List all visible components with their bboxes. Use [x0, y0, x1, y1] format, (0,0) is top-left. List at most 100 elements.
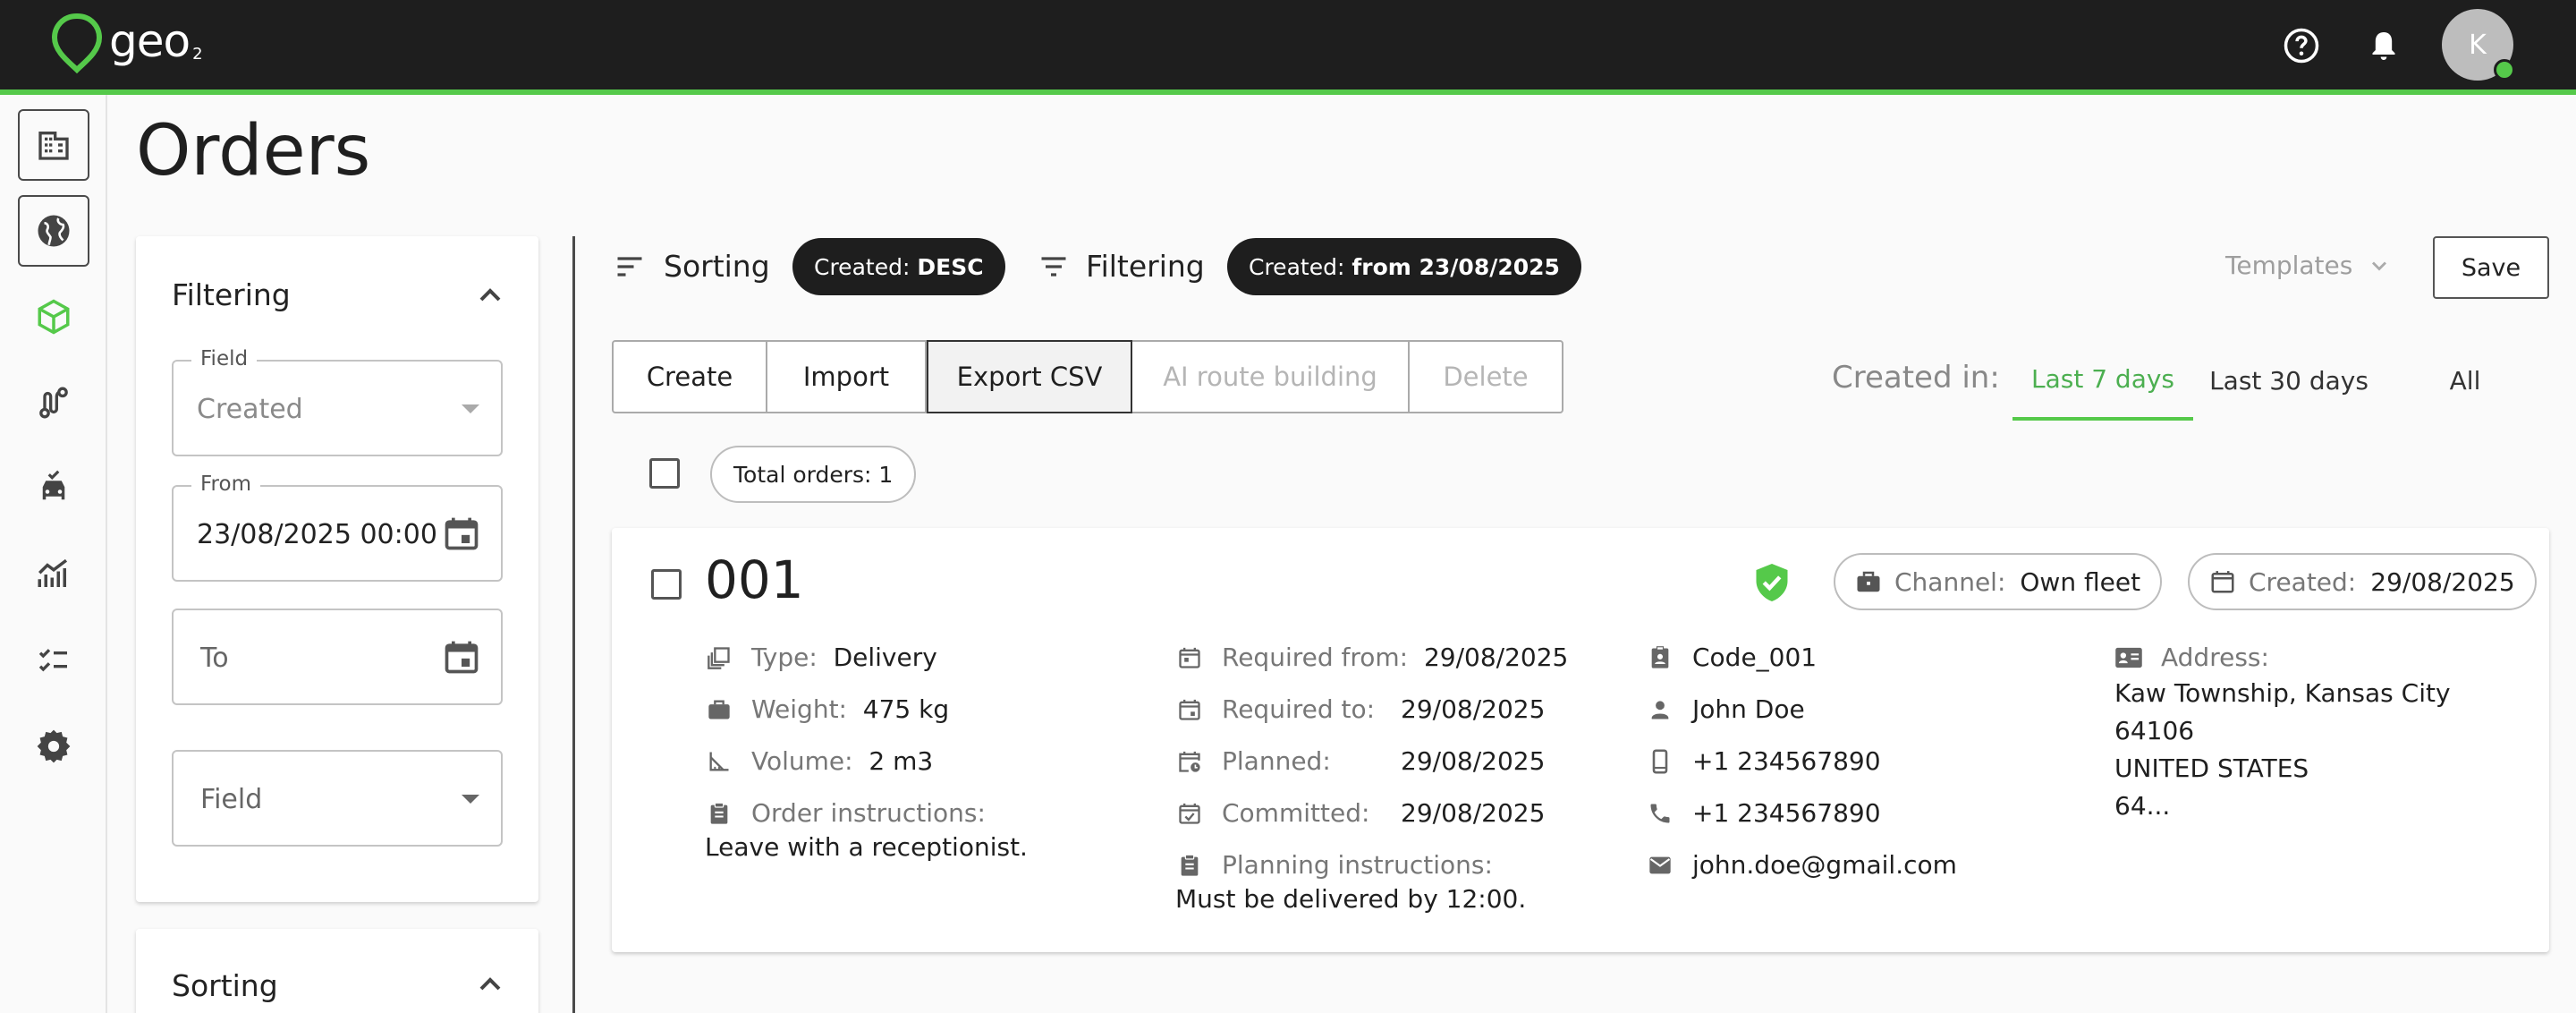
sorting-chip[interactable]: Created: DESC [792, 238, 1005, 295]
from-date-input[interactable]: From 23/08/2025 00:00 [172, 472, 503, 582]
import-button[interactable]: Import [767, 342, 927, 412]
mobile-row: +1 234567890 [1646, 746, 1881, 776]
nav-analytics[interactable] [18, 539, 89, 610]
templates-label: Templates [2225, 251, 2353, 280]
committed-row: Committed: 29/08/2025 [1175, 798, 1545, 828]
field-select-value: Created [197, 394, 303, 425]
volume-value: 2 m3 [869, 746, 934, 776]
page-title: Orders [136, 111, 371, 192]
required-to-key: Required to: [1222, 694, 1376, 724]
action-button-group: Create Import Export CSV AI route buildi… [612, 340, 1563, 413]
address-key: Address: [2161, 643, 2269, 672]
contact-email[interactable]: john.doe@gmail.com [1692, 850, 1957, 880]
committed-value: 29/08/2025 [1401, 798, 1546, 828]
from-calendar-icon[interactable] [442, 514, 481, 553]
clipboard-icon [1181, 854, 1199, 876]
collapse-filter-chevron-up-icon[interactable] [472, 277, 508, 313]
tab-all[interactable]: All [2397, 340, 2533, 421]
created-key: Created: [2249, 566, 2357, 597]
nav-routes[interactable] [18, 367, 89, 438]
planned-row: Planned: 29/08/2025 [1175, 746, 1545, 776]
nav-orders[interactable] [18, 281, 89, 353]
sorting-chip-value: DESC [917, 253, 984, 280]
ai-route-building-button[interactable]: AI route building [1132, 342, 1410, 412]
sort-icon [617, 257, 642, 277]
calendar-icon [1179, 699, 1200, 720]
type-value: Delivery [833, 643, 937, 672]
required-from-value: 29/08/2025 [1423, 643, 1569, 672]
delete-button[interactable]: Delete [1410, 342, 1562, 412]
contact-mobile[interactable]: +1 234567890 [1692, 746, 1881, 776]
contact-phone[interactable]: +1 234567890 [1692, 798, 1881, 828]
side-navigation [0, 95, 107, 1013]
weight-key: Weight: [751, 694, 847, 724]
vehicle-icon [42, 470, 65, 500]
to-calendar-icon[interactable] [442, 637, 481, 677]
to-date-input[interactable]: To [172, 609, 503, 705]
type-row: Type: Delivery [705, 643, 937, 672]
app-logo[interactable]: geo 2 [50, 13, 203, 73]
filtering-label[interactable]: Filtering [1086, 249, 1205, 284]
nav-tasks[interactable] [18, 625, 89, 696]
templates-dropdown[interactable]: Templates [2225, 251, 2392, 280]
package-icon [38, 299, 70, 335]
phone-row: +1 234567890 [1646, 798, 1881, 828]
nav-vehicles[interactable] [18, 453, 89, 524]
analytics-icon [38, 558, 68, 587]
calendar-icon [2211, 571, 2234, 593]
nav-buildings[interactable] [18, 109, 89, 181]
location-pin-logo-icon [51, 13, 103, 73]
tab-last-30-days[interactable]: Last 30 days [2199, 340, 2379, 421]
panel-divider[interactable] [572, 236, 575, 1013]
buildings-icon [38, 132, 69, 160]
layers-icon [708, 646, 730, 669]
sorting-label[interactable]: Sorting [664, 249, 770, 284]
calendar-clock-icon [1179, 751, 1200, 772]
filter-panel: Filtering Field Created From 23/08/2025 … [136, 236, 538, 902]
second-field-placeholder: Field [200, 784, 263, 815]
field-select-dropdown-icon [462, 404, 479, 413]
top-bar: geo 2 K [0, 0, 2576, 95]
nav-settings[interactable] [18, 711, 89, 782]
address-card-icon [2115, 647, 2142, 668]
field-select[interactable]: Field Created [172, 347, 503, 456]
code-row: Code_001 [1646, 643, 1817, 672]
address-row: Address: [2114, 643, 2269, 672]
select-all-checkbox[interactable] [649, 458, 680, 489]
volume-ruler-icon [709, 752, 729, 770]
channel-pill: Channel: Own fleet [1834, 553, 2163, 610]
sorting-chip-key: Created: [814, 253, 911, 280]
from-date-value: 23/08/2025 00:00 [197, 519, 437, 550]
contact-name: John Doe [1692, 694, 1805, 724]
order-instructions-row: Order instructions: [705, 798, 986, 828]
help-icon[interactable] [2279, 23, 2324, 68]
filtering-chip[interactable]: Created: from 23/08/2025 [1227, 238, 1581, 295]
address-line1: Kaw Township, Kansas City [2114, 678, 2451, 708]
collapse-sorting-chevron-up-icon[interactable] [472, 966, 508, 1002]
contact-name-row: John Doe [1646, 694, 1805, 724]
volume-key: Volume: [751, 746, 853, 776]
second-field-select[interactable]: Field [172, 750, 503, 847]
order-card[interactable]: 001 Channel: Own fleet Created: 29/08/20… [612, 528, 2549, 952]
required-to-value: 29/08/2025 [1401, 694, 1546, 724]
nav-globe[interactable] [18, 195, 89, 267]
volume-row: Volume: 2 m3 [705, 746, 933, 776]
create-button[interactable]: Create [614, 342, 767, 412]
weight-row: Weight: 475 kg [705, 694, 949, 724]
notifications-bell-icon[interactable] [2361, 23, 2406, 68]
weight-value: 475 kg [862, 694, 950, 724]
email-icon [1649, 856, 1671, 873]
export-csv-button[interactable]: Export CSV [927, 340, 1132, 413]
save-button[interactable]: Save [2433, 236, 2549, 299]
order-checkbox[interactable] [651, 569, 682, 600]
globe-icon [38, 215, 70, 247]
sorting-panel-title: Sorting [172, 968, 278, 1003]
filtering-chip-value: from 23/08/2025 [1352, 253, 1560, 280]
logo-text: geo [109, 15, 191, 67]
address-line3: UNITED STATES [2114, 753, 2309, 783]
tab-last-7-days[interactable]: Last 7 days [2012, 340, 2193, 421]
gear-icon [37, 729, 71, 763]
committed-key: Committed: [1222, 798, 1370, 828]
address-line2: 64106 [2114, 716, 2195, 745]
order-number[interactable]: 001 [705, 549, 804, 610]
